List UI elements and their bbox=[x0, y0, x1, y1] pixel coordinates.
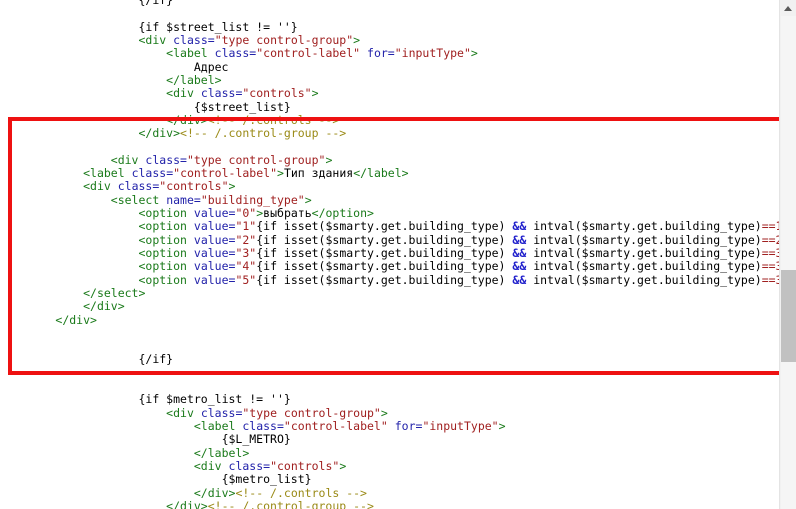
code-lines-container: {/if} {if $street_list != ''} <div class… bbox=[0, 0, 779, 509]
code-line: </select> bbox=[83, 285, 146, 300]
code-line: </label> bbox=[193, 445, 250, 460]
code-line: </div> bbox=[83, 299, 125, 314]
code-line: <div class="type control-group"> bbox=[166, 405, 388, 420]
code-line: <option value="4"{if isset($smarty.get.b… bbox=[138, 259, 779, 274]
code-line: <div class="type control-group"> bbox=[138, 32, 361, 47]
code-text-area[interactable]: {/if} {if $street_list != ''} <div class… bbox=[0, 0, 779, 509]
scrollbar-thumb[interactable] bbox=[781, 270, 796, 362]
vertical-scrollbar[interactable] bbox=[779, 0, 796, 509]
code-line: {$metro_list} bbox=[221, 472, 312, 487]
code-line: {/if} bbox=[138, 352, 174, 367]
code-line: <div class="controls"> bbox=[166, 86, 319, 101]
scroll-up-arrow-icon[interactable] bbox=[780, 0, 796, 16]
code-line: <option value="2"{if isset($smarty.get.b… bbox=[138, 232, 779, 247]
code-line: {$L_METRO} bbox=[221, 432, 291, 447]
code-line: {$street_list} bbox=[193, 99, 291, 114]
code-line: <option value="3"{if isset($smarty.get.b… bbox=[138, 245, 779, 260]
code-line: <option value="5"{if isset($smarty.get.b… bbox=[138, 272, 779, 287]
code-line: <option value="1"{if isset($smarty.get.b… bbox=[138, 219, 779, 234]
code-line: <div class="type control-group"> bbox=[110, 152, 333, 167]
code-line: {/if} bbox=[138, 0, 174, 7]
code-line: </div><!-- /.control-group --> bbox=[138, 126, 347, 141]
code-line: </div><!-- /.controls --> bbox=[193, 485, 367, 500]
code-line: <label class="control-label">Тип здания<… bbox=[83, 166, 409, 181]
code-line: {if $street_list != ''} bbox=[138, 19, 298, 34]
left-gutter-mask bbox=[0, 121, 8, 371]
code-line: <label class="control-label" for="inputT… bbox=[193, 419, 506, 433]
code-line: Адрес bbox=[0, 59, 229, 74]
code-line: {if $metro_list != ''} bbox=[138, 392, 291, 407]
code-line: <div class="controls"> bbox=[193, 458, 347, 473]
code-line: </div> bbox=[55, 312, 97, 327]
code-line: <label class="control-label" for="inputT… bbox=[166, 46, 478, 61]
code-line: <div class="controls"> bbox=[83, 179, 236, 194]
code-line: </div><!-- /.control-group --> bbox=[166, 498, 374, 509]
code-viewer-window: {/if} {if $street_list != ''} <div class… bbox=[0, 0, 796, 509]
code-line: <option value="0">выбрать</option> bbox=[138, 206, 374, 220]
code-line: </label> bbox=[166, 72, 222, 87]
code-line: <select name="building_type"> bbox=[110, 192, 312, 207]
code-line: </div><!-- /.controls --> bbox=[166, 112, 340, 127]
scrollbar-track[interactable] bbox=[781, 16, 796, 509]
